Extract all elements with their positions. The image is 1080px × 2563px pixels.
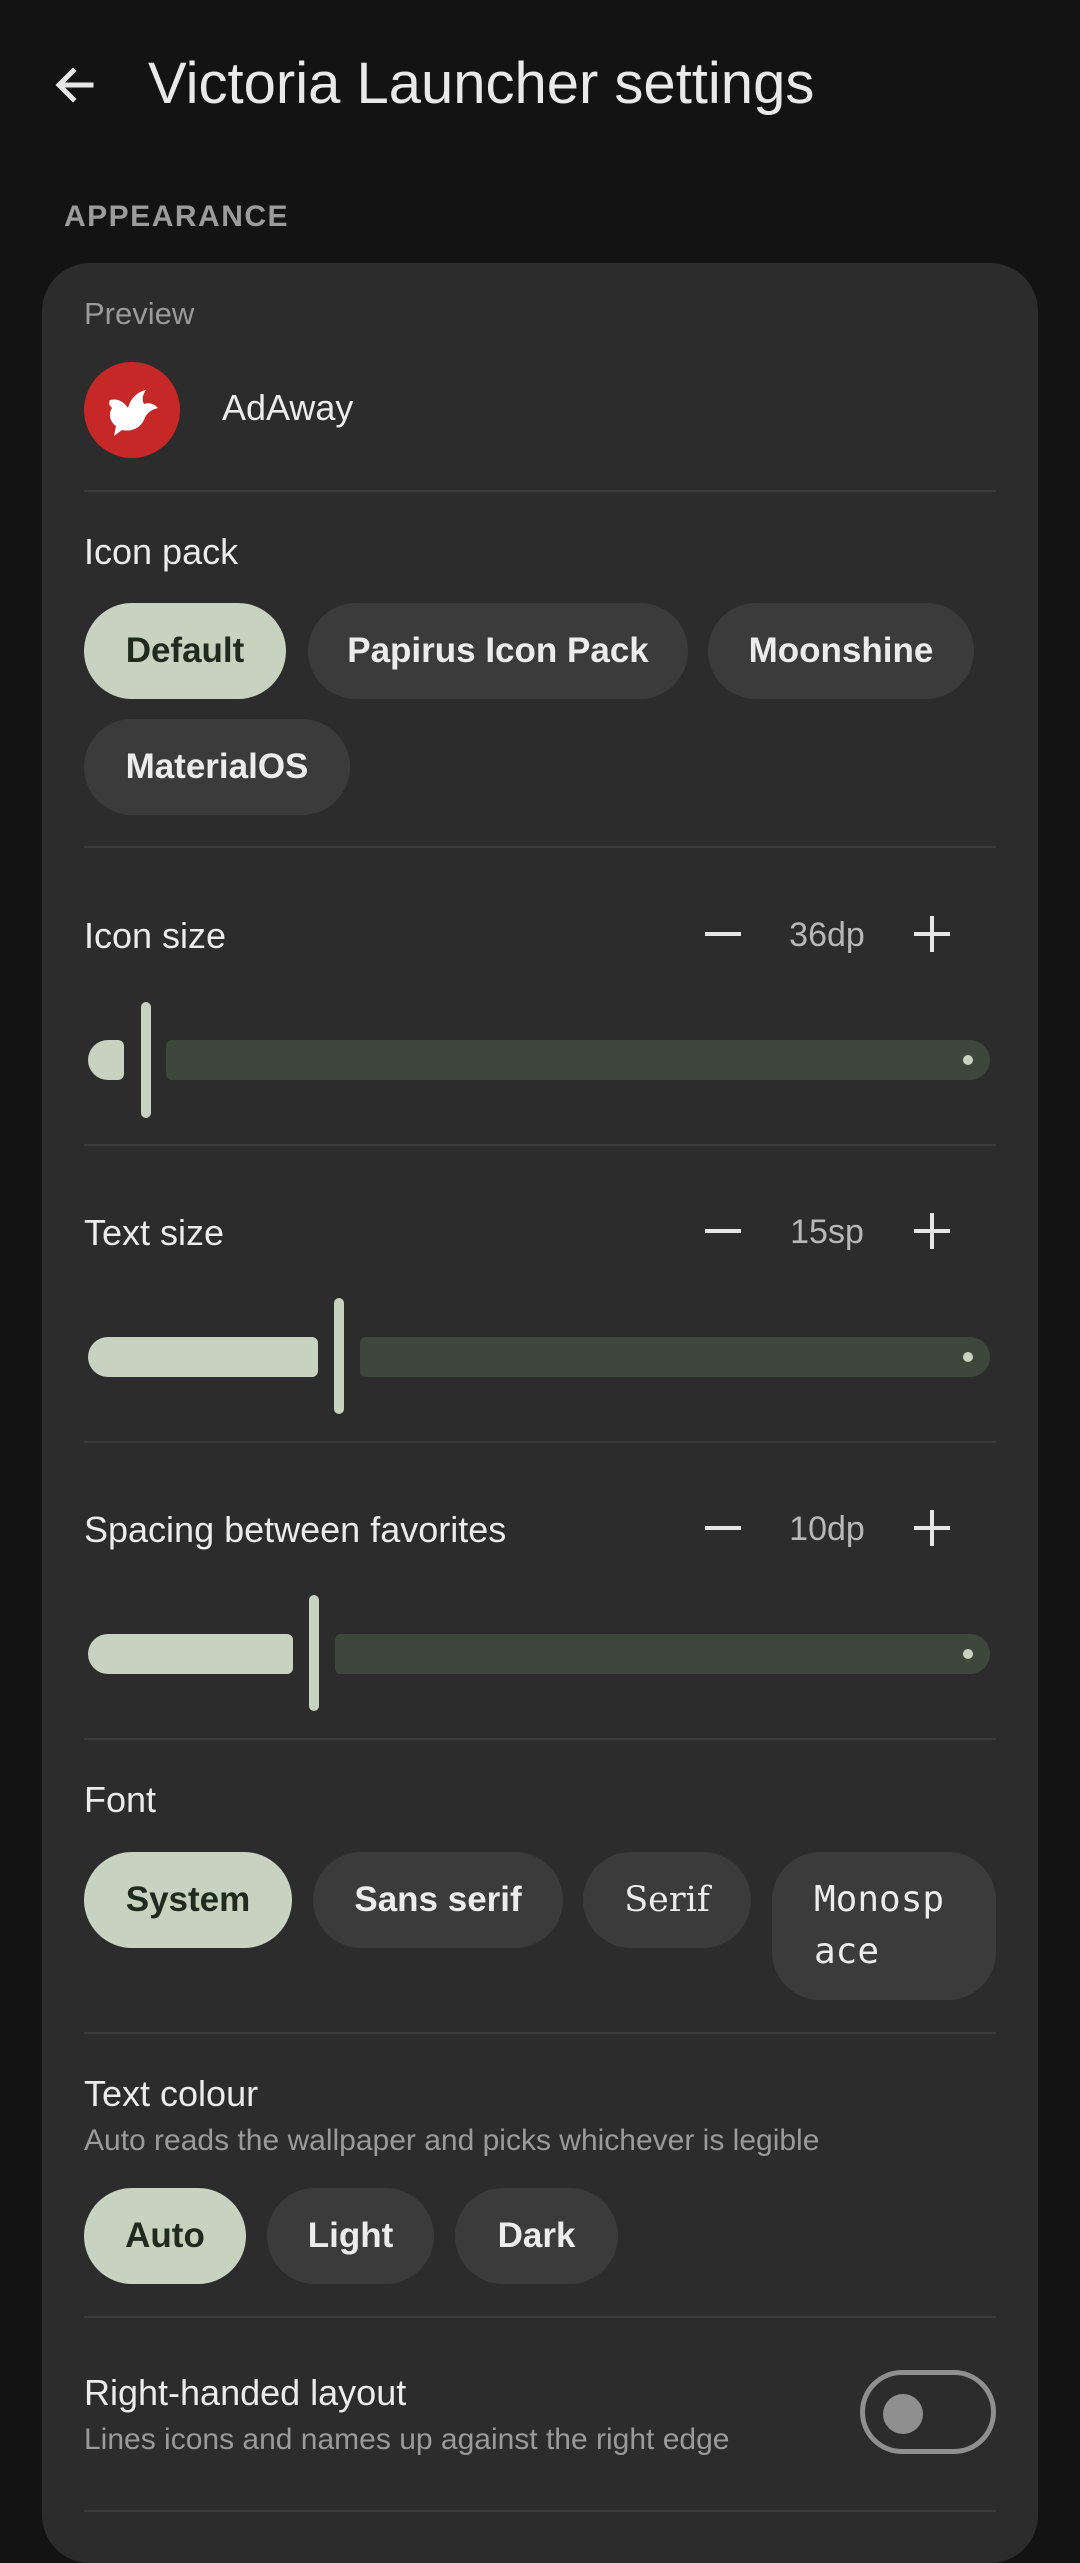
plus-icon (914, 1510, 950, 1546)
plus-icon (914, 916, 950, 952)
divider (84, 846, 996, 848)
back-button[interactable] (40, 45, 110, 125)
chip-icon-pack-default[interactable]: Default (84, 603, 286, 699)
slider-handle[interactable] (141, 1002, 151, 1118)
slider-active-track (88, 1040, 124, 1080)
minus-icon (705, 932, 741, 936)
text-size-label: Text size (84, 1212, 225, 1253)
divider (84, 2510, 996, 2512)
arrow-back-icon (55, 67, 94, 103)
right-handed-toggle[interactable] (860, 2370, 996, 2454)
slider-inactive-track (360, 1337, 990, 1377)
spacing-decrease-button[interactable] (691, 1496, 755, 1560)
chip-font-serif[interactable]: Serif (583, 1852, 751, 1948)
app-icon-adaway (84, 362, 180, 458)
chip-font-sans-serif[interactable]: Sans serif (313, 1852, 563, 1948)
right-handed-description: Lines icons and names up against the rig… (84, 2423, 730, 2456)
chip-text-colour-light[interactable]: Light (267, 2188, 434, 2284)
icon-pack-label: Icon pack (84, 531, 239, 572)
slider-inactive-track (166, 1040, 990, 1080)
slider-handle[interactable] (334, 1298, 344, 1414)
preview-label: Preview (84, 296, 195, 331)
toggle-knob (883, 2394, 923, 2434)
minus-icon (705, 1526, 741, 1530)
slider-end-dot (963, 1649, 973, 1659)
chip-text-colour-auto[interactable]: Auto (84, 2188, 246, 2284)
chip-font-monospace[interactable]: Monosp ace (772, 1852, 996, 2000)
slider-end-dot (963, 1055, 973, 1065)
divider (84, 1441, 996, 1443)
chip-font-monospace-line1: Monosp (814, 1879, 945, 1920)
text-colour-description: Auto reads the wallpaper and picks which… (84, 2124, 820, 2157)
icon-size-decrease-button[interactable] (691, 902, 755, 966)
text-colour-label: Text colour (84, 2073, 259, 2114)
chip-icon-pack-papirus[interactable]: Papirus Icon Pack (308, 603, 688, 699)
text-size-value: 15sp (790, 1213, 864, 1251)
divider (84, 2316, 996, 2318)
chip-icon-pack-materialos[interactable]: MaterialOS (84, 719, 350, 815)
spacing-label: Spacing between favorites (84, 1509, 507, 1550)
slider-active-track (88, 1634, 293, 1674)
icon-size-value: 36dp (789, 916, 865, 954)
dove-icon (109, 390, 158, 436)
chip-font-system[interactable]: System (84, 1852, 292, 1948)
spacing-value: 10dp (789, 1510, 865, 1548)
icon-size-label: Icon size (84, 915, 227, 956)
slider-inactive-track (335, 1634, 990, 1674)
plus-icon (914, 1213, 950, 1249)
icon-size-increase-button[interactable] (900, 902, 964, 966)
chip-font-monospace-line2: ace (814, 1931, 880, 1972)
preview-app-name: AdAway (222, 387, 354, 428)
minus-icon (705, 1229, 741, 1233)
chip-icon-pack-moonshine[interactable]: Moonshine (708, 603, 974, 699)
text-size-decrease-button[interactable] (691, 1199, 755, 1263)
page-title: Victoria Launcher settings (148, 51, 815, 116)
divider (84, 2032, 996, 2034)
chip-text-colour-dark[interactable]: Dark (455, 2188, 618, 2284)
app-bar: Victoria Launcher settings (0, 0, 1080, 170)
slider-end-dot (963, 1352, 973, 1362)
section-header-appearance: APPEARANCE (64, 200, 290, 233)
slider-handle[interactable] (309, 1595, 319, 1711)
right-handed-label: Right-handed layout (84, 2372, 407, 2413)
slider-active-track (88, 1337, 318, 1377)
divider (84, 1144, 996, 1146)
font-label: Font (84, 1779, 157, 1820)
divider (84, 1738, 996, 1740)
divider (84, 490, 996, 492)
text-size-increase-button[interactable] (900, 1199, 964, 1263)
spacing-increase-button[interactable] (900, 1496, 964, 1560)
